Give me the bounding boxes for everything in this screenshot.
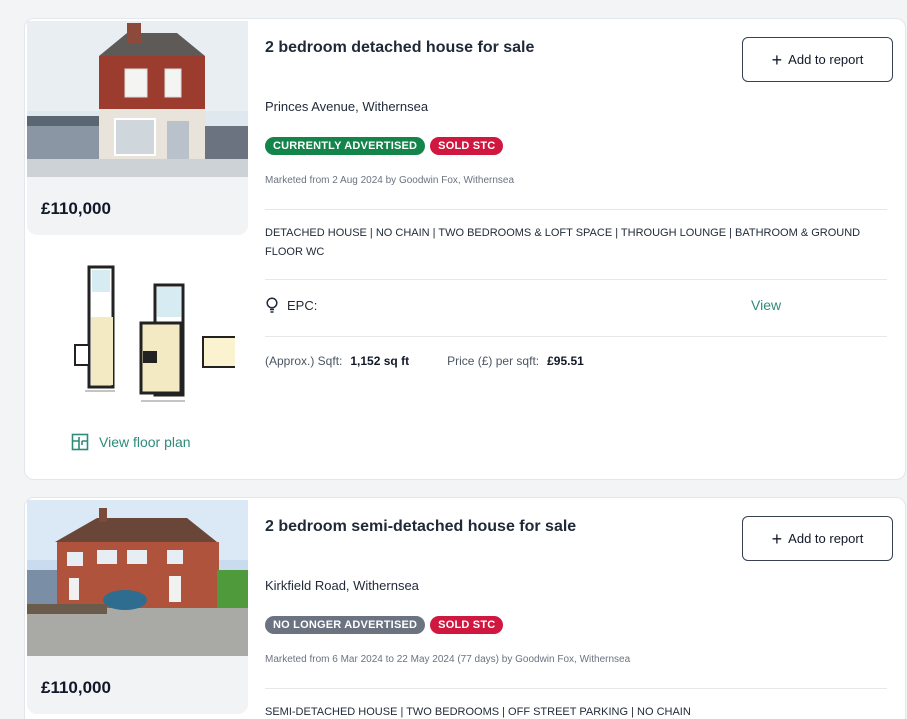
listing-address: Kirkfield Road, Withernsea bbox=[265, 578, 419, 593]
property-photo[interactable] bbox=[27, 21, 248, 177]
divider bbox=[265, 336, 887, 337]
search-results: £110,000 View floor plan 2 bedroom detac… bbox=[0, 0, 907, 719]
status-badges: NO LONGER ADVERTISED SOLD STC bbox=[265, 616, 504, 634]
marketed-info: Marketed from 6 Mar 2024 to 22 May 2024 … bbox=[265, 654, 631, 665]
price-box: £110,000 bbox=[27, 177, 248, 235]
marketed-info: Marketed from 2 Aug 2024 by Goodwin Fox,… bbox=[265, 175, 515, 186]
floor-plan-label: View floor plan bbox=[99, 434, 191, 450]
status-badge-sold-stc: SOLD STC bbox=[430, 616, 504, 634]
epc-label: EPC: bbox=[287, 297, 318, 313]
listing-card[interactable]: £110,000 2 bedroom semi-detached house f… bbox=[24, 497, 906, 719]
divider bbox=[265, 279, 887, 280]
sqft-value: 1,152 sq ft bbox=[350, 354, 410, 368]
lightbulb-icon bbox=[266, 297, 278, 313]
price-box: £110,000 bbox=[27, 656, 248, 714]
view-floor-plan-link[interactable]: View floor plan bbox=[71, 433, 191, 451]
listing-title[interactable]: 2 bedroom semi-detached house for sale bbox=[265, 518, 576, 536]
price-per-sqft-value: £95.51 bbox=[547, 354, 584, 368]
status-badge-advertised: CURRENTLY ADVERTISED bbox=[265, 137, 426, 155]
key-features: DETACHED HOUSE | NO CHAIN | TWO BEDROOMS… bbox=[265, 227, 861, 258]
add-to-report-button[interactable]: + Add to report bbox=[742, 37, 893, 82]
add-to-report-button[interactable]: + Add to report bbox=[742, 516, 893, 561]
add-to-report-label: Add to report bbox=[788, 52, 864, 67]
price-per-sqft-label: Price (£) per sqft: bbox=[447, 354, 540, 368]
key-features: SEMI-DETACHED HOUSE | TWO BEDROOMS | OFF… bbox=[265, 706, 691, 718]
listing-price: £110,000 bbox=[41, 678, 111, 697]
status-badge-no-longer-advertised: NO LONGER ADVERTISED bbox=[265, 616, 426, 634]
add-to-report-label: Add to report bbox=[788, 531, 864, 546]
plus-icon: + bbox=[771, 528, 783, 549]
status-badge-sold-stc: SOLD STC bbox=[430, 137, 504, 155]
listing-card[interactable]: £110,000 View floor plan 2 bedroom detac… bbox=[24, 18, 906, 480]
plus-icon: + bbox=[771, 49, 783, 70]
listing-address: Princes Avenue, Withernsea bbox=[265, 99, 429, 114]
divider bbox=[265, 209, 887, 210]
sqft-label: (Approx.) Sqft: bbox=[265, 354, 343, 368]
size-info-row: (Approx.) Sqft: 1,152 sq ft Price (£) per … bbox=[265, 354, 584, 368]
floor-plan-image[interactable] bbox=[45, 255, 242, 415]
status-badges: CURRENTLY ADVERTISED SOLD STC bbox=[265, 137, 504, 155]
epc-view-link[interactable]: View bbox=[751, 297, 781, 313]
listing-title[interactable]: 2 bedroom detached house for sale bbox=[265, 39, 534, 57]
floor-plan-icon bbox=[71, 433, 89, 451]
property-photo[interactable] bbox=[27, 500, 248, 656]
divider bbox=[265, 688, 887, 689]
epc-row: EPC: bbox=[265, 297, 317, 313]
listing-price: £110,000 bbox=[41, 199, 111, 218]
